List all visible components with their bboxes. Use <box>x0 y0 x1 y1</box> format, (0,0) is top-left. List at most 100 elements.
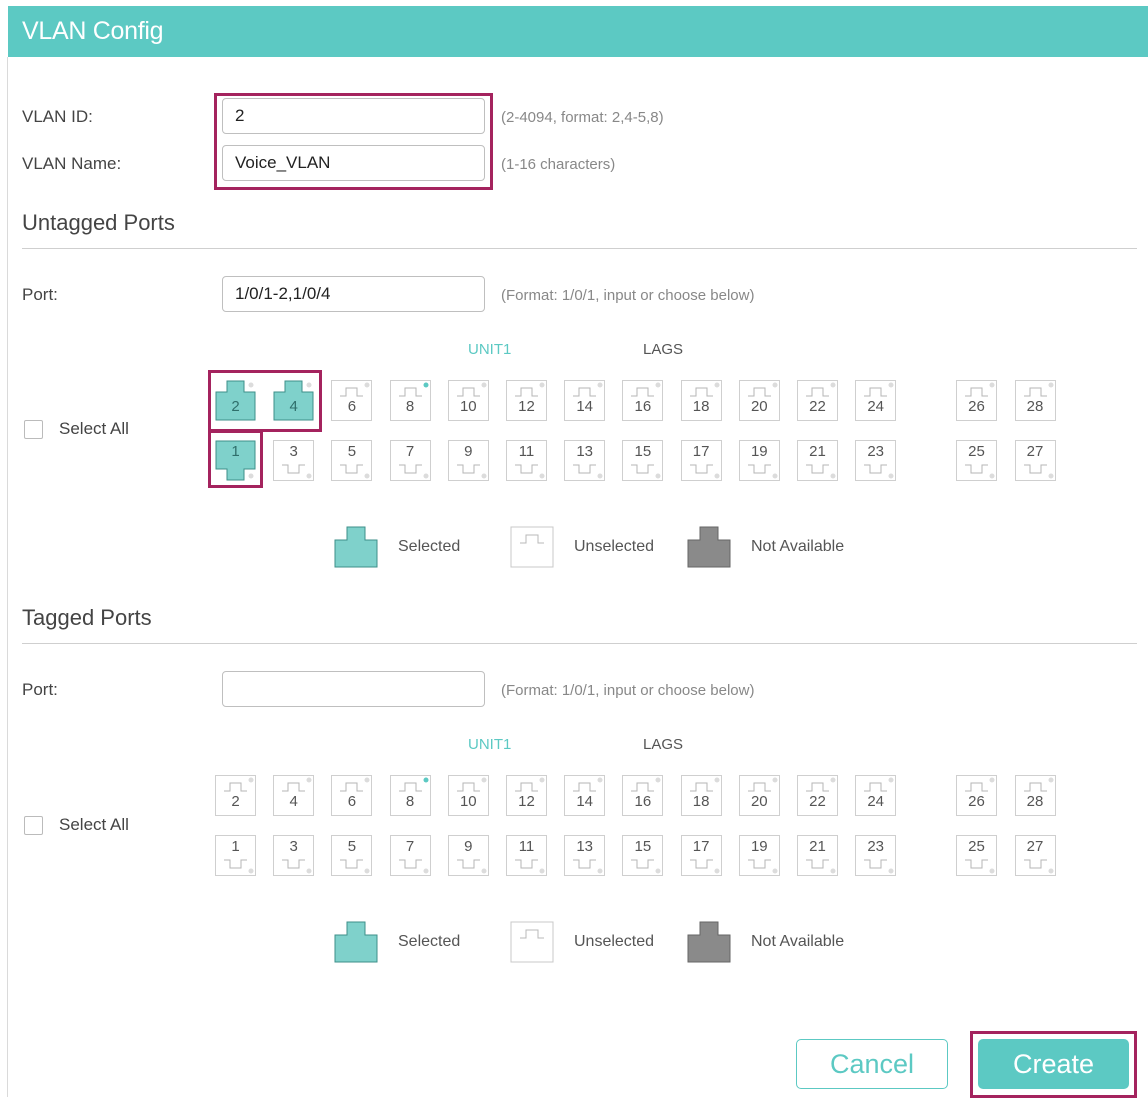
legend-selected-label: Selected <box>398 933 461 950</box>
port-number: 22 <box>809 398 826 415</box>
port-number: 22 <box>809 793 826 810</box>
port-number: 2 <box>231 793 240 810</box>
tagged-unit-port-3[interactable]: 3 <box>273 835 315 876</box>
tagged-unit-port-12[interactable]: 12 <box>506 775 547 816</box>
selected-port-icon <box>334 526 378 568</box>
tagged-unit-port-17[interactable]: 17 <box>680 835 722 876</box>
port-number: 18 <box>692 793 710 810</box>
tagged-unit-port-6[interactable]: 6 <box>331 775 373 816</box>
port-number: 11 <box>518 443 535 460</box>
port-number: 4 <box>289 793 298 810</box>
port-number: 28 <box>1026 793 1044 810</box>
tagged-lag-port-26[interactable]: 26 <box>956 775 997 816</box>
port-number: 25 <box>968 838 985 855</box>
cancel-button[interactable]: Cancel <box>796 1039 948 1089</box>
legend-unselected-label: Unselected <box>574 538 655 555</box>
tagged-unit-port-9[interactable]: 9 <box>447 835 489 876</box>
tagged-lag-port-28[interactable]: 28 <box>1014 775 1056 816</box>
untagged-port-input[interactable] <box>222 276 485 312</box>
untagged-unit-port-23[interactable]: 23 <box>855 440 897 481</box>
tagged-unit-port-7[interactable]: 7 <box>389 835 431 876</box>
tagged-lag-port-25[interactable]: 25 <box>956 835 997 876</box>
untagged-unit-port-3[interactable]: 3 <box>273 440 315 481</box>
legend-selected-label: Selected <box>398 538 461 555</box>
tagged-select-all-checkbox[interactable] <box>24 815 43 835</box>
port-number: 14 <box>576 793 594 810</box>
port-number: 12 <box>518 398 535 415</box>
tagged-divider <box>22 643 1137 644</box>
untagged-select-all-checkbox[interactable] <box>24 419 43 439</box>
untagged-lag-port-26[interactable]: 26 <box>956 380 997 421</box>
tagged-lags-label: LAGS <box>643 736 684 753</box>
untagged-unit-port-19[interactable]: 19 <box>738 440 780 481</box>
untagged-unit-port-10[interactable]: 10 <box>447 380 489 421</box>
tagged-unit-port-1[interactable]: 1 <box>215 835 256 876</box>
untagged-unit-port-8[interactable]: 8 <box>389 380 431 421</box>
tagged-select-all[interactable]: Select All <box>24 815 129 835</box>
untagged-unit-port-13[interactable]: 13 <box>564 440 606 481</box>
not-available-port-icon <box>687 526 731 568</box>
untagged-select-all-label: Select All <box>59 419 129 438</box>
tagged-unit-port-21[interactable]: 21 <box>797 835 838 876</box>
untagged-unit-port-5[interactable]: 5 <box>331 440 373 481</box>
vlan-id-hint: (2-4094, format: 2,4-5,8) <box>501 109 664 126</box>
tagged-unit-port-18[interactable]: 18 <box>680 775 722 816</box>
port-number: 11 <box>518 838 535 855</box>
untagged-lag-port-28[interactable]: 28 <box>1014 380 1056 421</box>
tagged-unit-port-14[interactable]: 14 <box>564 775 606 816</box>
tagged-unit-port-16[interactable]: 16 <box>622 775 664 816</box>
untagged-unit-port-20[interactable]: 20 <box>738 380 780 421</box>
untagged-unit-port-21[interactable]: 21 <box>797 440 838 481</box>
untagged-unit-port-9[interactable]: 9 <box>447 440 489 481</box>
untagged-lag-port-25[interactable]: 25 <box>956 440 997 481</box>
tagged-port-input[interactable] <box>222 671 485 707</box>
untagged-lag-port-27[interactable]: 27 <box>1014 440 1056 481</box>
tagged-unit-port-13[interactable]: 13 <box>564 835 606 876</box>
tagged-unit-port-4[interactable]: 4 <box>273 775 315 816</box>
port-number: 17 <box>692 443 710 460</box>
port-number: 8 <box>405 793 415 810</box>
vlan-name-hint: (1-16 characters) <box>501 156 616 173</box>
tagged-unit-port-2[interactable]: 2 <box>215 775 256 816</box>
untagged-unit-port-22[interactable]: 22 <box>797 380 838 421</box>
port-number: 9 <box>464 443 473 460</box>
tagged-unit-port-10[interactable]: 10 <box>447 775 489 816</box>
untagged-unit-port-24[interactable]: 24 <box>855 380 897 421</box>
vlan-name-label: VLAN Name: <box>22 154 122 173</box>
untagged-unit-port-12[interactable]: 12 <box>506 380 547 421</box>
port-number: 15 <box>634 443 652 460</box>
tagged-unit-port-5[interactable]: 5 <box>331 835 373 876</box>
tagged-section-title: Tagged Ports <box>22 605 152 630</box>
untagged-legend-not-available: Not Available <box>687 526 844 568</box>
untagged-unit-port-16[interactable]: 16 <box>622 380 664 421</box>
port-number: 3 <box>289 443 298 460</box>
untagged-unit-port-7[interactable]: 7 <box>389 440 431 481</box>
tagged-unit-port-22[interactable]: 22 <box>797 775 838 816</box>
tagged-select-all-label: Select All <box>59 815 129 834</box>
untagged-divider <box>22 248 1137 249</box>
port-number: 20 <box>750 793 768 810</box>
untagged-select-all[interactable]: Select All <box>24 419 129 439</box>
tagged-lag-port-27[interactable]: 27 <box>1014 835 1056 876</box>
unselected-port-icon <box>510 921 554 963</box>
dialog-title: VLAN Config <box>8 6 1148 57</box>
untagged-unit-port-14[interactable]: 14 <box>564 380 606 421</box>
tagged-unit-port-8[interactable]: 8 <box>389 775 431 816</box>
tagged-unit-port-19[interactable]: 19 <box>738 835 780 876</box>
untagged-unit-port-17[interactable]: 17 <box>680 440 722 481</box>
untagged-unit-port-11[interactable]: 11 <box>506 440 547 481</box>
port-number: 5 <box>347 443 357 460</box>
port-number: 23 <box>867 443 885 460</box>
untagged-unit-port-6[interactable]: 6 <box>331 380 373 421</box>
tagged-unit-port-15[interactable]: 15 <box>622 835 664 876</box>
vlan-fields-highlight <box>214 93 493 190</box>
untagged-unit-port-18[interactable]: 18 <box>680 380 722 421</box>
untagged-unit-port-15[interactable]: 15 <box>622 440 664 481</box>
tagged-unit-port-20[interactable]: 20 <box>738 775 780 816</box>
tagged-unit-port-24[interactable]: 24 <box>855 775 897 816</box>
tagged-unit-port-23[interactable]: 23 <box>855 835 897 876</box>
port-number: 19 <box>750 443 768 460</box>
tagged-unit1-label: UNIT1 <box>468 736 512 753</box>
tagged-unit-port-11[interactable]: 11 <box>506 835 547 876</box>
port-number: 17 <box>692 838 710 855</box>
